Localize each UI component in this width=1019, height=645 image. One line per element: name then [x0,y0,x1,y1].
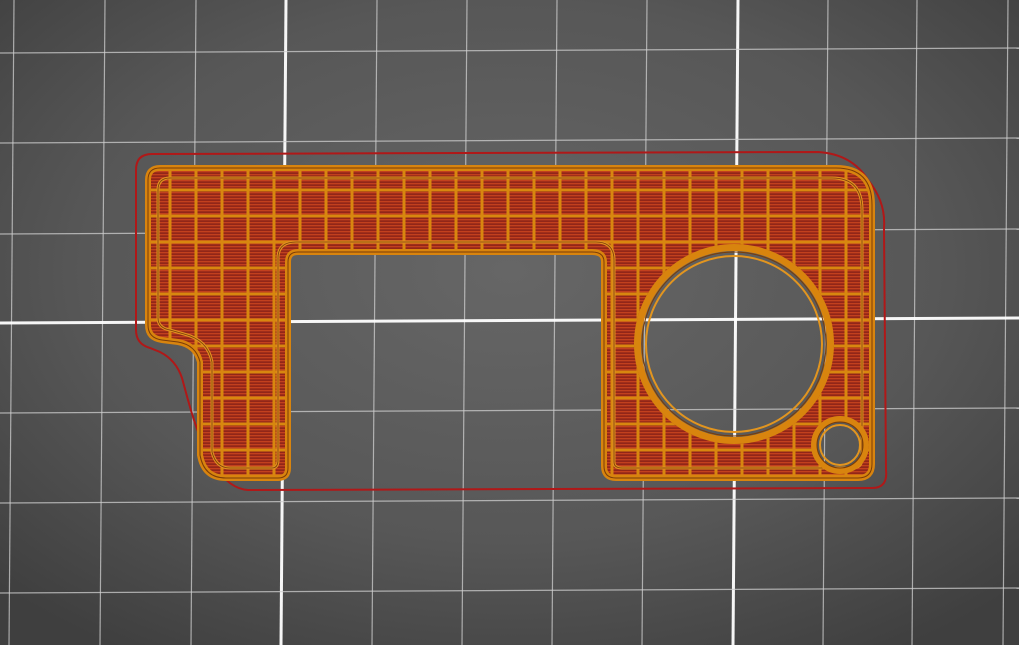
slicer-3d-viewport[interactable] [0,0,1019,645]
layer-preview-canvas[interactable] [0,0,1019,645]
